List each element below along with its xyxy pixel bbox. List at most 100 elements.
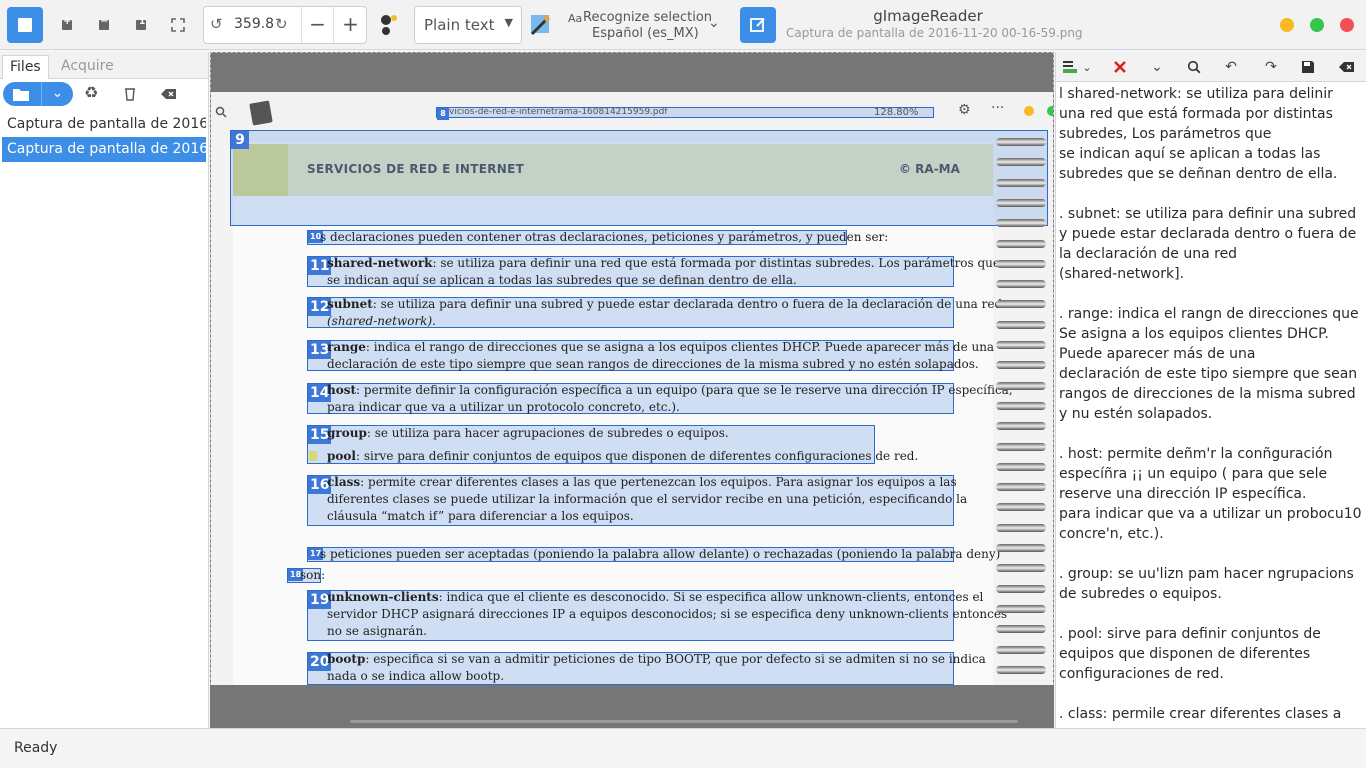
spiral-coil (996, 604, 1046, 613)
region-text-line: class: permite crear diferentes clases a… (327, 475, 957, 489)
spiral-coil (996, 239, 1046, 248)
bullet-marker (309, 451, 317, 461)
region-text-line: bootp: especifica si se van a admitir pe… (327, 652, 986, 666)
postprocess-button[interactable] (527, 7, 555, 43)
horizontal-scrollbar[interactable] (350, 720, 1018, 723)
region-text-line: host: permite definir la configuración e… (327, 383, 1013, 397)
ocr-region-20[interactable]: 20 bootp: especifica si se van a admitir… (307, 652, 986, 685)
spiral-coil (996, 341, 1046, 349)
strip-icon (1114, 61, 1126, 73)
fit-icon (171, 18, 185, 32)
maximize-button[interactable] (1310, 18, 1324, 32)
window-title: gImageReader (873, 7, 983, 25)
ocr-region-16[interactable]: 16 class: permite crear diferentes clase… (307, 475, 967, 526)
spiral-coil (996, 381, 1046, 390)
spiral-coil (996, 483, 1046, 492)
trash-icon[interactable] (124, 87, 136, 101)
original-size-button[interactable] (130, 7, 152, 43)
spiral-coil (996, 219, 1046, 228)
source-panel-toggle-button[interactable] (7, 7, 43, 43)
region-text: : sirve para definir conjuntos de equipo… (355, 449, 919, 463)
open-files-button[interactable]: ⌄ (3, 82, 73, 106)
rotation-increase-button[interactable]: + (333, 7, 367, 43)
zoom-in-button[interactable] (56, 7, 78, 43)
region-term: range (327, 340, 366, 354)
clear-output-button[interactable] (1335, 56, 1359, 78)
region-text-line: range: indica el rango de direcciones qu… (327, 340, 994, 354)
sources-toolbar: ⌄ ♻ (0, 79, 209, 109)
ocr-paragraph: . subnet: se utiliza para definir una su… (1059, 206, 1357, 282)
region-term: subnet (327, 297, 373, 311)
recognize-selection-button[interactable]: Aa Recognize selection Español (es_MX) ⌄ (566, 8, 726, 42)
redo-icon: ↷ (1265, 59, 1277, 75)
region-text-line: para indicar que va a utilizar un protoc… (327, 400, 680, 414)
magic-wand-icon (530, 15, 551, 36)
find-replace-button[interactable] (1182, 56, 1206, 78)
tab-files[interactable]: Files (2, 55, 49, 79)
ocr-region-17[interactable]: 17 s peticiones pueden ser aceptadas (po… (307, 547, 1000, 562)
recycle-icon[interactable]: ♻ (84, 83, 98, 102)
file-list-item[interactable]: Captura de pantalla de 2016... (2, 112, 206, 137)
status-text: Ready (14, 740, 58, 756)
undo-button[interactable]: ↶ (1219, 56, 1243, 78)
region-text-line: unknown-clients: indica que el cliente e… (327, 590, 983, 604)
ocr-region-15[interactable]: 15 group: se utiliza para hacer agrupaci… (307, 425, 918, 464)
redo-button[interactable]: ↷ (1259, 56, 1283, 78)
rotate-left-icon[interactable]: ↺ (210, 15, 223, 33)
sources-panel: Files Acquire ⌄ ♻ Captura de pantalla de… (0, 52, 209, 728)
sources-tabs: Files Acquire (0, 52, 208, 79)
best-fit-button[interactable] (167, 7, 189, 43)
region-text: : permite crear diferentes clases a las … (360, 475, 957, 489)
region-text-line: servidor DHCP asignará direcciones IP a … (327, 607, 1008, 621)
minimize-button[interactable] (1280, 18, 1294, 32)
spiral-coil (996, 584, 1046, 593)
ocr-region-10[interactable]: 10 s declaraciones pueden contener otras… (307, 230, 888, 245)
ocr-region-18[interactable]: 18 son: (287, 568, 325, 583)
rotation-decrease-button[interactable]: − (301, 7, 333, 43)
ocr-region-9[interactable]: 9 (230, 130, 1048, 226)
zoom-out-button[interactable] (93, 7, 115, 43)
ocr-region-8[interactable]: 8 vicios-de-red-e-internetrama-160814215… (436, 107, 934, 120)
region-term: host (327, 383, 357, 397)
region-text-line: no se asignarán. (327, 624, 427, 638)
ocr-region-11[interactable]: 11 shared-network: se utiliza para defin… (307, 256, 1000, 287)
original-size-icon (136, 17, 146, 30)
spiral-coil (996, 320, 1046, 329)
ocr-output-text[interactable]: l shared-network: se utiliza para delini… (1059, 84, 1362, 726)
chevron-down-icon: ⌄ (1082, 60, 1092, 74)
file-list-item-selected[interactable]: Captura de pantalla de 2016... (2, 137, 206, 162)
tab-acquire[interactable]: Acquire (54, 55, 121, 79)
strip-linebreaks-button[interactable] (1108, 56, 1132, 78)
image-viewer[interactable]: 8 vicios-de-red-e-internetrama-160814215… (210, 52, 1054, 728)
language-icon: Aa (568, 12, 583, 25)
ocr-paragraph: . range: indica el rangn de direcciones … (1059, 306, 1359, 422)
ocr-region-13[interactable]: 13 range: indica el rango de direcciones… (307, 340, 994, 371)
region-term: unknown-clients (327, 590, 439, 604)
spiral-coil (996, 280, 1046, 289)
region-text-line: se indican aquí se aplican a todas las s… (327, 273, 797, 287)
rotate-right-icon[interactable]: ↻ (275, 15, 288, 33)
save-button[interactable] (1296, 56, 1320, 78)
rotation-value[interactable]: 359.8 (234, 16, 274, 32)
clear-icon[interactable] (161, 88, 177, 100)
region-text: : indica el rango de direcciones que se … (365, 340, 995, 354)
insert-mode-button[interactable]: ⌄ (1061, 56, 1093, 78)
ocr-region-14[interactable]: 14 host: permite definir la configuració… (307, 383, 1013, 414)
output-panel-toggle-button[interactable] (740, 7, 776, 43)
region-text-line: son: (300, 568, 326, 582)
spiral-coil (996, 442, 1046, 451)
status-bar: Ready (0, 728, 1366, 768)
autodetect-layout-button[interactable] (374, 7, 402, 43)
region-text-line: declaración de este tipo siempre que sea… (327, 357, 979, 371)
spiral-coil (996, 178, 1046, 187)
ocr-region-12[interactable]: 12 subnet: se utiliza para definir una s… (307, 297, 1002, 328)
ocr-region-19[interactable]: 19 unknown-clients: indica que el client… (307, 590, 1007, 641)
output-mode-select[interactable]: Plain text ▼ (414, 6, 522, 44)
close-button[interactable] (1340, 18, 1354, 32)
ocr-paragraph: . pool: sirve para definir conjuntos de … (1059, 626, 1326, 682)
embedded-minimize-dot (1024, 106, 1034, 116)
more-options-button[interactable]: ⌄ (1145, 56, 1169, 78)
chevron-down-icon[interactable]: ⌄ (708, 15, 720, 31)
spiral-coil (996, 259, 1046, 268)
spiral-coil (996, 300, 1046, 309)
